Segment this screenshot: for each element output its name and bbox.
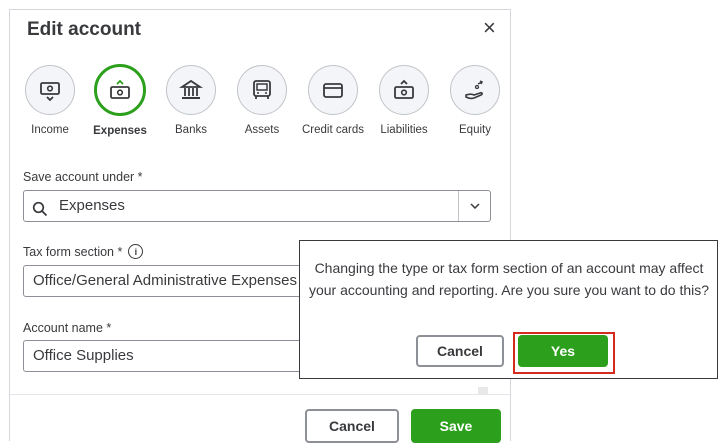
cancel-button[interactable]: Cancel [305, 409, 399, 443]
save-under-select[interactable]: Expenses [23, 190, 491, 222]
tax-form-label: Tax form section * [23, 245, 123, 259]
liabilities-icon [379, 65, 429, 115]
save-button[interactable]: Save [411, 409, 501, 443]
footer-divider [10, 394, 510, 395]
account-type-label: Credit cards [302, 124, 364, 136]
account-type-income[interactable]: Income [15, 65, 85, 137]
dialog-title: Edit account [27, 19, 142, 40]
confirm-dialog: Changing the type or tax form section of… [299, 240, 718, 379]
account-type-banks[interactable]: Banks [156, 65, 226, 137]
info-icon[interactable]: i [128, 244, 144, 260]
income-icon [25, 65, 75, 115]
credit-card-icon [308, 65, 358, 115]
account-type-label: Expenses [93, 125, 147, 137]
account-type-expenses[interactable]: Expenses [85, 64, 155, 138]
account-type-label: Income [31, 124, 69, 136]
tax-form-label-row: Tax form section * i [23, 244, 144, 260]
account-type-equity[interactable]: Equity [440, 65, 510, 137]
account-type-credit-cards[interactable]: Credit cards [298, 65, 368, 137]
account-name-value: Office Supplies [33, 347, 134, 364]
account-name-label: Account name * [23, 321, 112, 335]
confirm-message: Changing the type or tax form section of… [308, 260, 710, 298]
scrollbar-thumb[interactable] [478, 387, 488, 395]
bank-icon [166, 65, 216, 115]
account-type-label: Equity [459, 124, 491, 136]
account-type-label: Banks [175, 124, 207, 136]
account-type-label: Assets [244, 124, 280, 136]
assets-icon [237, 65, 287, 115]
account-type-liabilities[interactable]: Liabilities [369, 65, 439, 137]
tax-form-value: Office/General Administrative Expenses [33, 272, 298, 289]
search-icon [32, 198, 48, 228]
close-icon[interactable]: × [483, 16, 496, 40]
account-type-label: Liabilities [380, 124, 428, 136]
confirm-cancel-button[interactable]: Cancel [416, 335, 504, 367]
account-type-assets[interactable]: Assets [227, 65, 297, 137]
save-under-label: Save account under * [23, 170, 143, 184]
equity-icon [450, 65, 500, 115]
save-under-value: Expenses [59, 197, 125, 214]
expenses-icon [94, 64, 146, 116]
chevron-down-icon[interactable] [458, 191, 490, 221]
highlight-box [513, 332, 615, 374]
